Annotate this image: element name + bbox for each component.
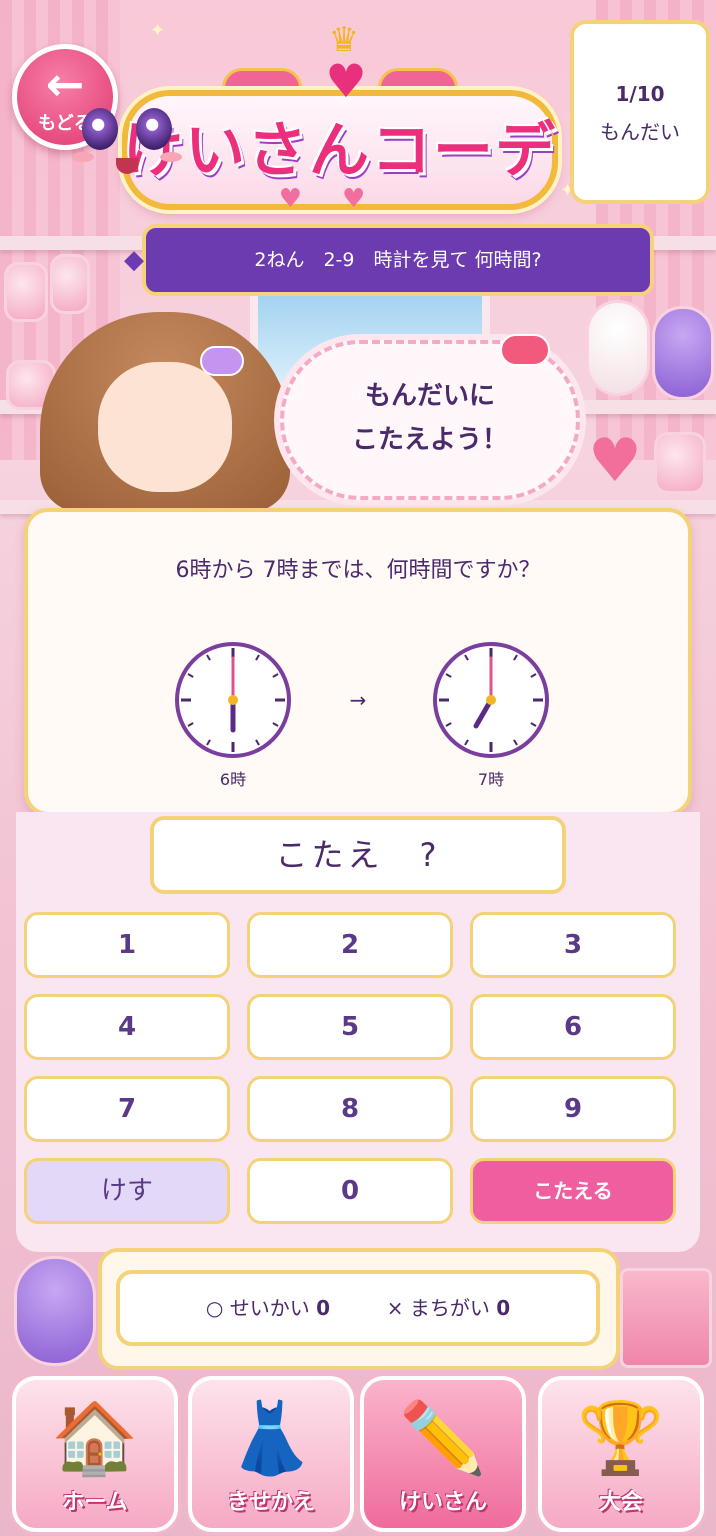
- question-card: 6時から 7時までは、何時間ですか？ 6時 → 7時: [24, 508, 692, 816]
- speech-line-2: こたえよう！: [351, 425, 508, 455]
- trophy-icon: 🏆: [577, 1397, 665, 1479]
- nav-calculation[interactable]: ✏️ けいさん: [360, 1376, 526, 1532]
- answer-display: こたえ ?: [150, 816, 566, 894]
- key-6[interactable]: 6: [470, 994, 676, 1060]
- perfume-decoration: [654, 432, 706, 494]
- app-title: けいさんコーデ: [123, 116, 557, 186]
- plush-bunny-decoration: [586, 300, 650, 396]
- mascot-blush: [72, 152, 94, 162]
- speech-line-1: もんだいに: [364, 381, 495, 411]
- app-logo: ♛ ♥ けいさんコーデ ♥♥: [122, 20, 558, 216]
- heart-bag-decoration: ♥: [588, 426, 642, 496]
- bow-decoration: [200, 346, 244, 376]
- nav-tournament[interactable]: 🏆 大会: [538, 1376, 704, 1532]
- progress-label: もんだい: [600, 120, 680, 144]
- key-1[interactable]: 1: [24, 912, 230, 978]
- lesson-title-banner: 2ねん 2-9 時計を見て 何時間?: [124, 224, 654, 296]
- score-display: ○ せいかい 0 × まちがい 0: [116, 1270, 600, 1346]
- clock-face-icon: [175, 642, 291, 758]
- key-0[interactable]: 0: [247, 1158, 453, 1224]
- nav-label: 大会: [598, 1490, 643, 1515]
- mascot-eye: [136, 108, 172, 150]
- bow-decoration: [500, 334, 550, 366]
- arrow-left-icon: ←: [45, 57, 85, 111]
- question-progress: 1/10 もんだい: [570, 20, 710, 204]
- pencil-icon: ✏️: [399, 1397, 487, 1479]
- clock-label: 6時: [219, 770, 247, 789]
- key-5[interactable]: 5: [247, 994, 453, 1060]
- wrong-label: × まちがい: [386, 1296, 490, 1320]
- progress-count: 1/10: [615, 82, 665, 106]
- clock-end: 7時: [426, 638, 556, 790]
- key-4[interactable]: 4: [24, 994, 230, 1060]
- correct-label: ○ せいかい: [205, 1296, 310, 1320]
- gift-box-decoration: [620, 1268, 712, 1368]
- mascot-blush: [160, 152, 182, 162]
- arrow-right-icon: →: [349, 688, 367, 712]
- mascot-eye: [82, 108, 118, 150]
- house-icon: 🏠: [51, 1397, 139, 1479]
- key-2[interactable]: 2: [247, 912, 453, 978]
- key-8[interactable]: 8: [247, 1076, 453, 1142]
- nav-label: ホーム: [62, 1490, 128, 1515]
- clock-face-icon: [433, 642, 549, 758]
- plush-cat-decoration: [652, 306, 714, 400]
- dress-icon: 👗: [227, 1397, 315, 1479]
- key-3[interactable]: 3: [470, 912, 676, 978]
- clock-start: 6時: [168, 638, 298, 790]
- wrong-count: 0: [496, 1296, 511, 1320]
- nav-label: けいさん: [398, 1490, 487, 1515]
- nav-home[interactable]: 🏠 ホーム: [12, 1376, 178, 1532]
- mascot-girl-illustration: [40, 302, 290, 512]
- correct-count: 0: [316, 1296, 330, 1320]
- nav-dressup[interactable]: 👗 きせかえ: [188, 1376, 354, 1532]
- heart-icon: ♥♥: [278, 184, 406, 214]
- clock-center: [486, 695, 496, 705]
- clear-button[interactable]: けす: [24, 1158, 230, 1224]
- nav-label: きせかえ: [226, 1490, 315, 1515]
- plush-cat-decoration: [14, 1256, 96, 1366]
- question-text: 6時から 7時までは、何時間ですか？: [175, 558, 541, 583]
- clock-label: 7時: [477, 770, 505, 789]
- key-9[interactable]: 9: [470, 1076, 676, 1142]
- clock-center: [228, 695, 238, 705]
- key-7[interactable]: 7: [24, 1076, 230, 1142]
- heart-gem-icon: ♥: [325, 54, 367, 108]
- submit-answer-button[interactable]: こたえる: [470, 1158, 676, 1224]
